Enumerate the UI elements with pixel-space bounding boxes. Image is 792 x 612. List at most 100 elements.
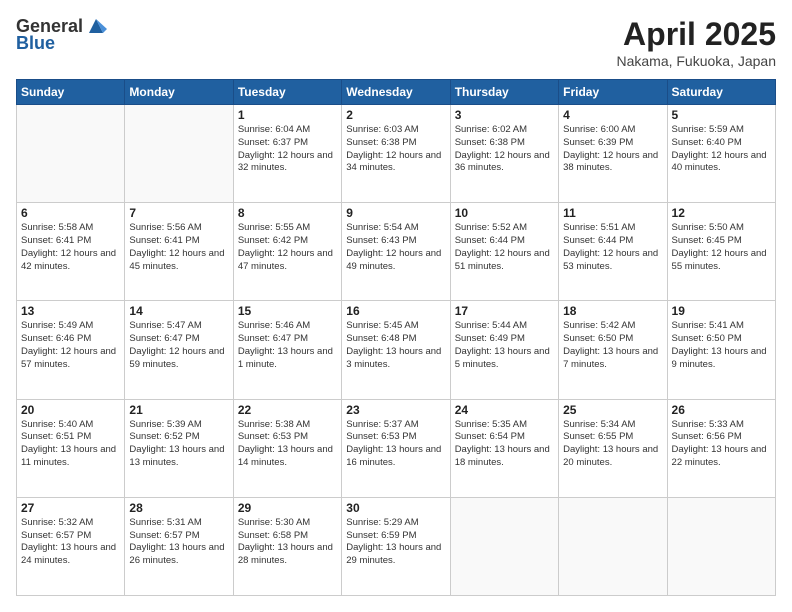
day-number: 8 bbox=[238, 206, 337, 220]
calendar-week-3: 13Sunrise: 5:49 AM Sunset: 6:46 PM Dayli… bbox=[17, 301, 776, 399]
weekday-header-sunday: Sunday bbox=[17, 80, 125, 105]
calendar-cell: 12 Sunrise: 5:50 AM Sunset: 6:45 PM Dayli… bbox=[667, 203, 775, 301]
cell-info: Sunrise: 5:54 AM Sunset: 6:43 PM Dayligh… bbox=[346, 222, 445, 273]
weekday-header-friday: Friday bbox=[559, 80, 667, 105]
day-number: 27 bbox=[21, 501, 120, 515]
calendar-week-1: 1 Sunrise: 6:04 AM Sunset: 6:37 PM Daylig… bbox=[17, 105, 776, 203]
day-number: 29 bbox=[238, 501, 337, 515]
logo: General Blue bbox=[16, 16, 107, 54]
calendar-cell: 16 Sunrise: 5:45 AM Sunset: 6:48 PM Dayli… bbox=[342, 301, 450, 399]
cell-info: Sunrise: 5:38 AM Sunset: 6:53 PM Dayligh… bbox=[238, 419, 337, 470]
cell-info: Sunrise: 5:34 AM Sunset: 6:55 PM Dayligh… bbox=[563, 419, 662, 470]
calendar-cell: 15 Sunrise: 5:46 AM Sunset: 6:47 PM Dayli… bbox=[233, 301, 341, 399]
cell-info: Sunrise: 6:03 AM Sunset: 6:38 PM Dayligh… bbox=[346, 124, 445, 175]
calendar-week-5: 27 Sunrise: 5:32 AM Sunset: 6:57 PM Dayli… bbox=[17, 497, 776, 595]
cell-info: Sunrise: 5:31 AM Sunset: 6:57 PM Dayligh… bbox=[129, 517, 228, 568]
title-block: April 2025 Nakama, Fukuoka, Japan bbox=[616, 16, 776, 69]
cell-info: Sunrise: 5:37 AM Sunset: 6:53 PM Dayligh… bbox=[346, 419, 445, 470]
weekday-header-tuesday: Tuesday bbox=[233, 80, 341, 105]
cell-info: Sunrise: 5:41 AM Sunset: 6:50 PM Dayligh… bbox=[672, 320, 771, 371]
calendar-cell: 26Sunrise: 5:33 AM Sunset: 6:56 PM Dayli… bbox=[667, 399, 775, 497]
weekday-header-saturday: Saturday bbox=[667, 80, 775, 105]
day-number: 15 bbox=[238, 304, 337, 318]
cell-info: Sunrise: 6:04 AM Sunset: 6:37 PM Dayligh… bbox=[238, 124, 337, 175]
day-number: 9 bbox=[346, 206, 445, 220]
cell-info: Sunrise: 5:46 AM Sunset: 6:47 PM Dayligh… bbox=[238, 320, 337, 371]
cell-info: Sunrise: 5:50 AM Sunset: 6:45 PM Dayligh… bbox=[672, 222, 771, 273]
day-number: 22 bbox=[238, 403, 337, 417]
calendar-cell: 18 Sunrise: 5:42 AM Sunset: 6:50 PM Dayli… bbox=[559, 301, 667, 399]
calendar-header-row: SundayMondayTuesdayWednesdayThursdayFrid… bbox=[17, 80, 776, 105]
calendar-cell: 24 Sunrise: 5:35 AM Sunset: 6:54 PM Dayli… bbox=[450, 399, 558, 497]
calendar-cell: 10 Sunrise: 5:52 AM Sunset: 6:44 PM Dayli… bbox=[450, 203, 558, 301]
day-number: 25 bbox=[563, 403, 662, 417]
calendar-cell: 28 Sunrise: 5:31 AM Sunset: 6:57 PM Dayli… bbox=[125, 497, 233, 595]
calendar-cell: 6Sunrise: 5:58 AM Sunset: 6:41 PM Daylig… bbox=[17, 203, 125, 301]
calendar-cell: 30 Sunrise: 5:29 AM Sunset: 6:59 PM Dayli… bbox=[342, 497, 450, 595]
calendar-cell: 2 Sunrise: 6:03 AM Sunset: 6:38 PM Daylig… bbox=[342, 105, 450, 203]
cell-info: Sunrise: 5:56 AM Sunset: 6:41 PM Dayligh… bbox=[129, 222, 228, 273]
day-number: 30 bbox=[346, 501, 445, 515]
cell-info: Sunrise: 5:45 AM Sunset: 6:48 PM Dayligh… bbox=[346, 320, 445, 371]
cell-info: Sunrise: 5:59 AM Sunset: 6:40 PM Dayligh… bbox=[672, 124, 771, 175]
calendar-cell: 7 Sunrise: 5:56 AM Sunset: 6:41 PM Daylig… bbox=[125, 203, 233, 301]
day-number: 24 bbox=[455, 403, 554, 417]
cell-info: Sunrise: 5:35 AM Sunset: 6:54 PM Dayligh… bbox=[455, 419, 554, 470]
page: General Blue April 2025 Nakama, Fukuoka,… bbox=[0, 0, 792, 612]
calendar-cell: 14 Sunrise: 5:47 AM Sunset: 6:47 PM Dayli… bbox=[125, 301, 233, 399]
day-number: 21 bbox=[129, 403, 228, 417]
calendar-cell: 21 Sunrise: 5:39 AM Sunset: 6:52 PM Dayli… bbox=[125, 399, 233, 497]
calendar-cell bbox=[17, 105, 125, 203]
day-number: 18 bbox=[563, 304, 662, 318]
weekday-header-wednesday: Wednesday bbox=[342, 80, 450, 105]
calendar-cell: 5 Sunrise: 5:59 AM Sunset: 6:40 PM Daylig… bbox=[667, 105, 775, 203]
calendar-cell: 11Sunrise: 5:51 AM Sunset: 6:44 PM Dayli… bbox=[559, 203, 667, 301]
cell-info: Sunrise: 6:00 AM Sunset: 6:39 PM Dayligh… bbox=[563, 124, 662, 175]
day-number: 3 bbox=[455, 108, 554, 122]
cell-info: Sunrise: 5:55 AM Sunset: 6:42 PM Dayligh… bbox=[238, 222, 337, 273]
day-number: 28 bbox=[129, 501, 228, 515]
day-number: 5 bbox=[672, 108, 771, 122]
calendar-cell: 4 Sunrise: 6:00 AM Sunset: 6:39 PM Daylig… bbox=[559, 105, 667, 203]
cell-info: Sunrise: 5:39 AM Sunset: 6:52 PM Dayligh… bbox=[129, 419, 228, 470]
day-number: 7 bbox=[129, 206, 228, 220]
cell-info: Sunrise: 5:51 AM Sunset: 6:44 PM Dayligh… bbox=[563, 222, 662, 273]
calendar-cell: 22 Sunrise: 5:38 AM Sunset: 6:53 PM Dayli… bbox=[233, 399, 341, 497]
calendar-cell: 13Sunrise: 5:49 AM Sunset: 6:46 PM Dayli… bbox=[17, 301, 125, 399]
cell-info: Sunrise: 5:44 AM Sunset: 6:49 PM Dayligh… bbox=[455, 320, 554, 371]
header: General Blue April 2025 Nakama, Fukuoka,… bbox=[16, 16, 776, 69]
cell-info: Sunrise: 5:33 AM Sunset: 6:56 PM Dayligh… bbox=[672, 419, 771, 470]
cell-info: Sunrise: 5:30 AM Sunset: 6:58 PM Dayligh… bbox=[238, 517, 337, 568]
day-number: 20 bbox=[21, 403, 120, 417]
calendar-week-4: 20Sunrise: 5:40 AM Sunset: 6:51 PM Dayli… bbox=[17, 399, 776, 497]
day-number: 17 bbox=[455, 304, 554, 318]
logo-icon bbox=[85, 15, 107, 37]
day-number: 16 bbox=[346, 304, 445, 318]
day-number: 4 bbox=[563, 108, 662, 122]
cell-info: Sunrise: 5:49 AM Sunset: 6:46 PM Dayligh… bbox=[21, 320, 120, 371]
calendar-cell: 27 Sunrise: 5:32 AM Sunset: 6:57 PM Dayli… bbox=[17, 497, 125, 595]
weekday-header-thursday: Thursday bbox=[450, 80, 558, 105]
cell-info: Sunrise: 5:42 AM Sunset: 6:50 PM Dayligh… bbox=[563, 320, 662, 371]
calendar-cell bbox=[450, 497, 558, 595]
calendar-cell: 9 Sunrise: 5:54 AM Sunset: 6:43 PM Daylig… bbox=[342, 203, 450, 301]
month-title: April 2025 bbox=[616, 16, 776, 53]
day-number: 19 bbox=[672, 304, 771, 318]
cell-info: Sunrise: 6:02 AM Sunset: 6:38 PM Dayligh… bbox=[455, 124, 554, 175]
day-number: 1 bbox=[238, 108, 337, 122]
cell-info: Sunrise: 5:29 AM Sunset: 6:59 PM Dayligh… bbox=[346, 517, 445, 568]
day-number: 12 bbox=[672, 206, 771, 220]
cell-info: Sunrise: 5:47 AM Sunset: 6:47 PM Dayligh… bbox=[129, 320, 228, 371]
day-number: 23 bbox=[346, 403, 445, 417]
day-number: 14 bbox=[129, 304, 228, 318]
calendar-cell: 20Sunrise: 5:40 AM Sunset: 6:51 PM Dayli… bbox=[17, 399, 125, 497]
calendar-cell bbox=[559, 497, 667, 595]
calendar-cell: 17 Sunrise: 5:44 AM Sunset: 6:49 PM Dayli… bbox=[450, 301, 558, 399]
cell-info: Sunrise: 5:32 AM Sunset: 6:57 PM Dayligh… bbox=[21, 517, 120, 568]
day-number: 2 bbox=[346, 108, 445, 122]
calendar-cell bbox=[667, 497, 775, 595]
cell-info: Sunrise: 5:52 AM Sunset: 6:44 PM Dayligh… bbox=[455, 222, 554, 273]
day-number: 10 bbox=[455, 206, 554, 220]
calendar-cell: 19 Sunrise: 5:41 AM Sunset: 6:50 PM Dayli… bbox=[667, 301, 775, 399]
location-title: Nakama, Fukuoka, Japan bbox=[616, 53, 776, 69]
